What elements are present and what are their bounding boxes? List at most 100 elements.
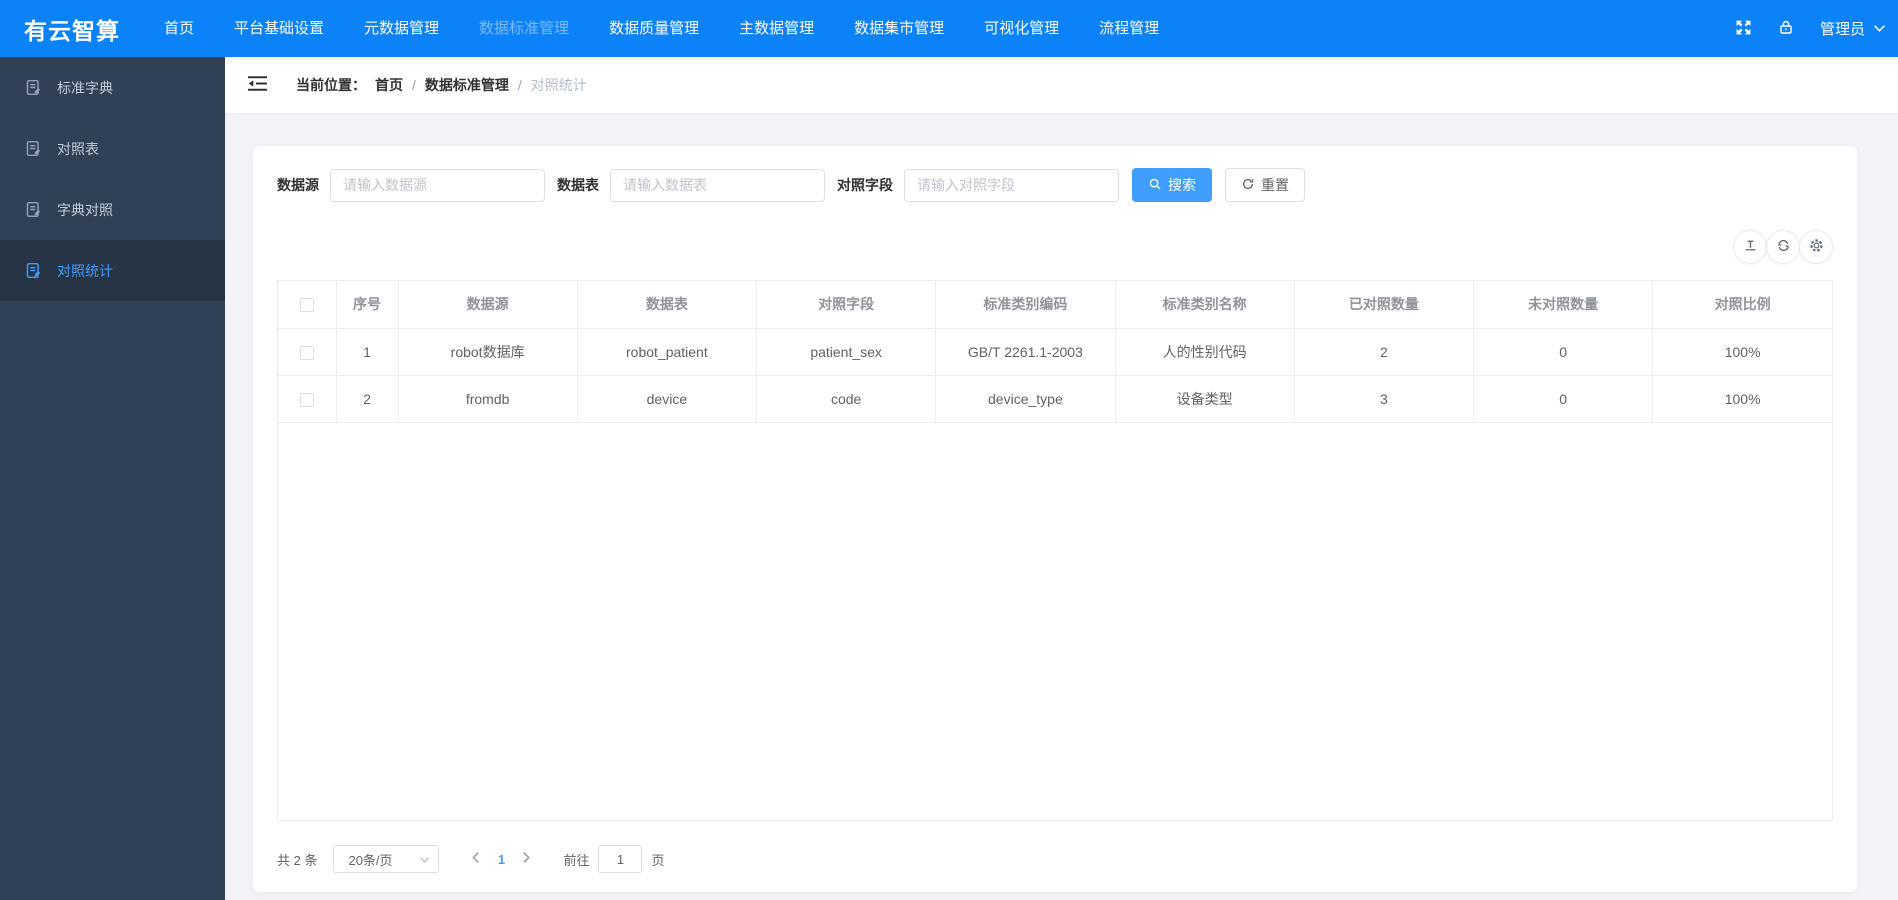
pager: 1 [465,851,537,867]
nav-visualization-management[interactable]: 可视化管理 [964,0,1079,57]
toggle-search-button[interactable] [1733,230,1767,264]
lock-icon [1778,19,1794,38]
goto-page: 前往 页 [563,845,665,873]
datatable-label: 数据表 [557,177,599,193]
chevron-left-icon [471,851,480,867]
breadcrumb-current: 对照统计 [530,77,587,93]
goto-page-input[interactable] [598,845,643,873]
table-row[interactable]: 1 robot数据库 robot_patient patient_sex GB/… [278,328,1832,376]
breadcrumb-separator: / [517,77,522,93]
page-number-1[interactable]: 1 [486,852,516,867]
sidebar-collapse-button[interactable] [247,75,268,95]
cell-matched-count: 2 [1294,328,1475,376]
next-page-button[interactable] [516,851,537,867]
filter-group-field: 对照字段 [837,168,1119,202]
reset-button[interactable]: 重置 [1225,168,1305,202]
col-header-field: 对照字段 [756,281,937,329]
row-checkbox[interactable] [299,345,314,360]
pagination-total: 共 2 条 [277,852,318,868]
nav-metadata-management[interactable]: 元数据管理 [344,0,459,57]
nav-data-standard-management[interactable]: 数据标准管理 [459,0,589,57]
user-name: 管理员 [1819,21,1865,38]
select-all-cell [278,281,337,329]
nav-home[interactable]: 首页 [144,0,214,57]
search-button[interactable]: 搜索 [1132,168,1212,202]
user-menu[interactable]: 管理员 [1820,18,1886,39]
column-settings-button[interactable] [1799,230,1833,264]
top-nav: 首页 平台基础设置 元数据管理 数据标准管理 数据质量管理 主数据管理 数据集市… [144,0,1179,57]
refresh-icon [1776,238,1791,256]
cell-field: code [756,375,937,423]
col-header-datasource: 数据源 [398,281,578,329]
breadcrumb: 当前位置： 首页 / 数据标准管理 / 对照统计 [296,75,587,95]
row-select-cell [278,375,337,423]
comparison-field-input[interactable] [904,168,1119,202]
data-table-wrapper: 序号 数据源 数据表 对照字段 标准类别编码 标准类别名称 已对照数量 未对照数… [277,280,1833,821]
sidebar-item-label: 标准字典 [57,79,113,96]
cell-standard-code: GB/T 2261.1-2003 [935,328,1116,376]
fullscreen-button[interactable] [1735,19,1752,39]
sidebar: 标准字典 对照表 字典对照 对照统计 [0,57,225,900]
nav-process-management[interactable]: 流程管理 [1079,0,1179,57]
cell-datatable: robot_patient [577,328,758,376]
main-area: 当前位置： 首页 / 数据标准管理 / 对照统计 数据源 请输入数据源 数据表 … [225,57,1898,900]
prev-page-button[interactable] [465,851,486,867]
refresh-table-button[interactable] [1766,230,1800,264]
sidebar-item-label: 对照表 [57,140,99,157]
cell-datasource: robot数据库 [398,328,578,376]
cell-matched-count: 3 [1294,375,1475,423]
datatable-input[interactable] [610,168,825,202]
data-table: 序号 数据源 数据表 对照字段 标准类别编码 标准类别名称 已对照数量 未对照数… [278,281,1832,423]
row-checkbox[interactable] [299,392,314,407]
chevron-down-icon [419,852,430,867]
cell-standard-name: 设备类型 [1115,375,1295,423]
lock-button[interactable] [1778,19,1794,38]
document-edit-icon [25,79,42,96]
content-area: 数据源 数据表 对照字段 [225,113,1898,900]
breadcrumb-bar: 当前位置： 首页 / 数据标准管理 / 对照统计 [225,57,1898,113]
menu-fold-icon [247,75,268,95]
nav-data-quality-management[interactable]: 数据质量管理 [589,0,719,57]
sidebar-item-comparison-table[interactable]: 对照表 [0,118,225,179]
col-header-index: 序号 [336,281,399,329]
topbar-right: 管理员 [1735,18,1886,39]
breadcrumb-home[interactable]: 首页 [375,75,403,95]
app-logo[interactable]: 有云智算 [24,12,120,46]
sidebar-item-standard-dict[interactable]: 标准字典 [0,57,225,118]
sidebar-item-label: 对照统计 [57,262,113,279]
page-size-select[interactable]: 20条/页 [333,845,440,873]
app-root: 有云智算 首页 平台基础设置 元数据管理 数据标准管理 数据质量管理 主数据管理… [0,0,1898,900]
table-row[interactable]: 2 fromdb device code device_type 设备类型 3 … [278,375,1832,423]
content-card: 数据源 数据表 对照字段 [253,146,1857,892]
col-header-standard-code: 标准类别编码 [935,281,1116,329]
document-edit-icon [25,201,42,218]
breadcrumb-data-standard[interactable]: 数据标准管理 [425,75,509,95]
fullscreen-icon [1735,19,1752,39]
col-header-ratio: 对照比例 [1652,281,1832,329]
search-icon [1148,177,1162,194]
nav-platform-settings[interactable]: 平台基础设置 [214,0,344,57]
datasource-input[interactable] [330,168,545,202]
filter-group-datasource: 数据源 [277,168,545,202]
col-header-standard-name: 标准类别名称 [1115,281,1295,329]
cell-standard-code: device_type [935,375,1116,423]
select-all-checkbox[interactable] [299,298,314,313]
sidebar-item-comparison-stats[interactable]: 对照统计 [0,240,225,301]
comparison-field-label: 对照字段 [837,177,893,193]
cell-index: 1 [336,328,399,376]
gear-icon [1809,238,1824,256]
sidebar-item-dict-comparison[interactable]: 字典对照 [0,179,225,240]
table-header-row: 序号 数据源 数据表 对照字段 标准类别编码 标准类别名称 已对照数量 未对照数… [278,281,1832,329]
col-header-matched-count: 已对照数量 [1294,281,1475,329]
col-header-unmatched-count: 未对照数量 [1473,281,1654,329]
cell-unmatched-count: 0 [1473,328,1654,376]
layout: 标准字典 对照表 字典对照 对照统计 当前位置： 首页 / 数据标准管理 / 对… [0,57,1898,900]
goto-label: 前往 [563,852,590,868]
document-edit-icon [25,140,42,157]
breadcrumb-separator: / [412,77,416,93]
nav-master-data-management[interactable]: 主数据管理 [719,0,834,57]
nav-data-mart-management[interactable]: 数据集市管理 [834,0,964,57]
col-header-datatable: 数据表 [577,281,758,329]
datasource-label: 数据源 [277,177,319,193]
cell-datatable: device [577,375,758,423]
